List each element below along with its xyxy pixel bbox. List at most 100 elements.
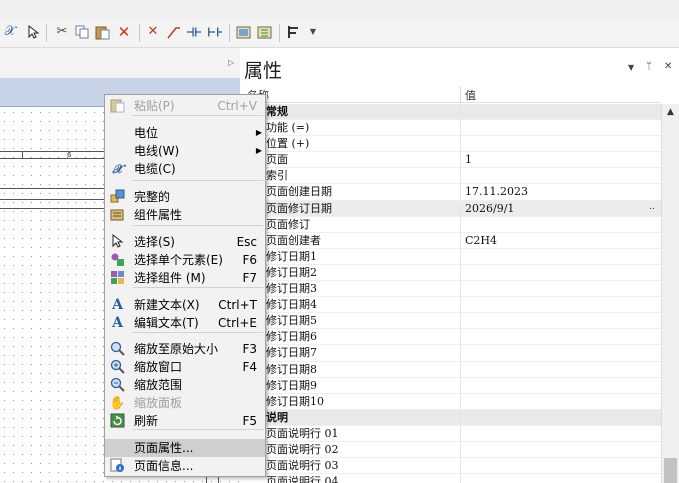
property-name: 页面说明行 01 [266,426,339,440]
property-row[interactable]: 页面说明行 02 [241,441,661,459]
property-row[interactable]: 页面创建日期 17.11.2023 [241,184,661,201]
refresh-icon [109,413,126,429]
column-header-value[interactable]: 值 [465,87,476,103]
grid-icon[interactable] [257,24,273,40]
property-row[interactable]: 修订日期9 [241,377,661,394]
property-row[interactable]: 修订日期10 [241,393,661,410]
panel-dropdown-icon[interactable]: ▼ [628,63,634,72]
property-category[interactable]: 说明 [241,409,661,426]
menu-item-1[interactable]: 电位 ▶ [105,124,265,142]
menu-item-shortcut: F3 [242,342,257,356]
menu-item-15[interactable]: 刷新 F5 [105,412,265,430]
property-grid: 常规 功能 (=) 位置 (+) 页面 1 索引 页面创建日期 17.11.2023 页面修订日… [241,104,661,483]
property-value[interactable]: 17.11.2023 [465,184,528,199]
ellipsis-button[interactable]: .. [643,202,661,215]
menu-item-16[interactable]: 页面属性... [105,439,265,457]
document-tab-strip: ▷ [0,48,240,78]
menu-item-8[interactable]: 选择组件 (M) F7 [105,269,265,287]
property-scrollbar[interactable]: ▲ [661,104,679,483]
property-row[interactable]: 页面说明行 01 [241,425,661,442]
property-row[interactable]: 修订日期4 [241,297,661,314]
property-value[interactable]: 2026/9/1 [465,201,514,216]
toolbar: 𝒳 ✂ ✕ ✕ ▼ [0,18,679,48]
dropdown-icon[interactable]: ▼ [305,24,321,40]
column-splitter [460,425,461,442]
property-category[interactable]: 常规 [241,104,661,121]
column-splitter [460,441,461,458]
menu-item-2[interactable]: 电线(W) ▶ [105,142,265,160]
column-splitter [460,232,461,249]
column-splitter [460,329,461,346]
cut-icon[interactable]: ✂ [54,24,70,40]
cable-tool-icon[interactable]: 𝒳 [2,24,18,40]
scroll-up-icon[interactable]: ▲ [662,104,679,121]
menu-item-10[interactable]: A 编辑文本(T) Ctrl+E [105,314,265,332]
menu-item-13[interactable]: 缩放范围 [105,376,265,394]
property-row[interactable]: 页面修订日期 2026/9/1.. [241,200,661,217]
menu-item-6[interactable]: 选择(S) Esc [105,233,265,251]
menu-item-9[interactable]: A 新建文本(X) Ctrl+T [105,296,265,314]
copy-icon[interactable] [74,24,90,40]
menu-item-shortcut: Esc [236,235,257,249]
menu-item-label: 缩放至原始大小 [134,342,219,356]
property-row[interactable]: 位置 (+) [241,136,661,153]
menu-item-3[interactable]: 𝒳 电缆(C) [105,160,265,178]
menu-item-17[interactable]: 页面信息... [105,457,265,475]
wire-icon[interactable] [186,24,202,40]
menu-item-label: 页面信息... [134,459,194,473]
tab-scroll-icon[interactable]: ▷ [228,58,234,67]
property-row[interactable]: 修订日期6 [241,329,661,346]
layout-icon[interactable] [286,24,302,40]
menu-item-7[interactable]: 选择单个元素(E) F6 [105,251,265,269]
menu-separator [133,287,263,288]
property-name: 页面创建日期 [266,185,332,199]
menu-item-label: 编辑文本(T) [134,316,199,330]
scrollbar-thumb[interactable] [664,458,677,483]
bus-icon[interactable] [207,24,223,40]
property-row[interactable]: 修订日期8 [241,361,661,378]
menu-item-4[interactable]: 完整的 [105,188,265,206]
property-value[interactable]: 1 [465,152,472,167]
close-icon[interactable]: ✕ [664,61,672,72]
delete-icon[interactable]: ✕ [116,24,132,40]
property-name: 页面说明行 04 [266,475,339,483]
property-name: 常规 [266,105,288,118]
menu-item-12[interactable]: 缩放窗口 F4 [105,358,265,376]
column-splitter [460,152,461,169]
connector-icon[interactable] [166,24,182,40]
property-row[interactable]: 页面修订 [241,216,661,233]
column-splitter [460,136,461,153]
property-row[interactable]: 功能 (=) [241,120,661,137]
property-row[interactable]: 修订日期3 [241,281,661,298]
property-name: 页面 [266,153,288,167]
property-row[interactable]: 修订日期1 [241,248,661,265]
property-name: 修订日期6 [266,330,317,344]
property-row[interactable]: 修订日期7 [241,345,661,362]
property-row[interactable]: 索引 [241,168,661,185]
page-icon[interactable] [236,24,252,40]
menu-item-11[interactable]: 缩放至原始大小 F3 [105,340,265,358]
property-name: 修订日期8 [266,362,317,376]
pin-icon[interactable]: ᛘ [646,61,652,72]
menu-item-label: 新建文本(X) [134,298,200,312]
menu-item-5[interactable]: 组件属性 [105,206,265,224]
property-row[interactable]: 页面 1 [241,152,661,169]
property-value[interactable]: C2H4 [465,233,497,248]
submenu-arrow-icon: ▶ [255,128,262,137]
menu-item-14[interactable]: ✋ 缩放面板 [105,394,265,412]
column-splitter [460,361,461,378]
column-splitter [460,377,461,394]
column-splitter [460,474,461,483]
paste-icon[interactable] [94,24,110,40]
wire-line [0,199,104,200]
property-row[interactable]: 修订日期5 [241,313,661,330]
interrupt-icon[interactable]: ✕ [145,24,161,40]
property-row[interactable]: 页面创建者 C2H4 [241,232,661,249]
column-splitter[interactable] [460,86,461,103]
property-row[interactable]: 页面说明行 03 [241,458,661,475]
pointer-icon[interactable] [26,24,42,40]
property-row[interactable]: 修订日期2 [241,264,661,282]
menu-item-0[interactable]: 粘贴(P) Ctrl+V [105,97,265,115]
property-row[interactable]: 页面说明行 04 [241,474,661,483]
select-element-icon [109,252,126,268]
